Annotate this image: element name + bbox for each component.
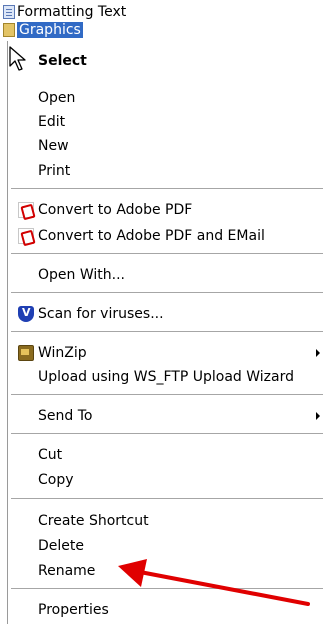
- context-menu: Select Open Edit New Print Convert to Ad…: [7, 41, 326, 624]
- menu-item-label: Rename: [38, 563, 96, 579]
- menu-item-label: Delete: [38, 538, 84, 554]
- menu-separator: [11, 394, 323, 395]
- pdf-icon: [18, 202, 34, 218]
- menu-item-new[interactable]: New: [8, 134, 326, 158]
- menu-item-print[interactable]: Print: [8, 159, 326, 183]
- menu-item-copy[interactable]: Copy: [8, 468, 326, 492]
- folder-icon: [3, 22, 15, 37]
- menu-item-scan-viruses[interactable]: Scan for viruses...: [8, 302, 326, 326]
- menu-item-label: Edit: [38, 114, 66, 130]
- menu-item-label: Scan for viruses...: [38, 306, 164, 322]
- menu-item-label: Print: [38, 163, 71, 179]
- menu-item-delete[interactable]: Delete: [8, 534, 326, 558]
- antivirus-shield-icon: [18, 306, 34, 322]
- menu-item-select[interactable]: Select: [8, 49, 326, 73]
- menu-separator: [11, 331, 323, 332]
- mouse-cursor-icon: [9, 46, 26, 71]
- file-label: Graphics: [17, 21, 83, 38]
- winzip-icon: [18, 345, 34, 361]
- menu-separator: [11, 253, 323, 254]
- menu-item-properties[interactable]: Properties: [8, 598, 326, 622]
- menu-item-convert-pdf-email[interactable]: Convert to Adobe PDF and EMail: [8, 224, 326, 248]
- menu-item-open[interactable]: Open: [8, 86, 326, 110]
- menu-item-label: WinZip: [38, 345, 87, 361]
- menu-item-label: Create Shortcut: [38, 513, 149, 529]
- file-item-formatting-text[interactable]: Formatting Text: [0, 3, 126, 21]
- menu-separator: [11, 188, 323, 189]
- menu-separator: [11, 292, 323, 293]
- word-doc-icon: [3, 5, 15, 19]
- menu-item-label: Open With...: [38, 267, 125, 283]
- menu-item-open-with[interactable]: Open With...: [8, 263, 326, 287]
- menu-item-create-shortcut[interactable]: Create Shortcut: [8, 509, 326, 533]
- menu-item-label: Open: [38, 90, 76, 106]
- menu-item-edit[interactable]: Edit: [8, 110, 326, 134]
- menu-item-label: Select: [38, 53, 87, 69]
- file-label: Formatting Text: [17, 4, 127, 20]
- menu-item-label: Convert to Adobe PDF: [38, 202, 193, 218]
- menu-item-label: Upload using WS_FTP Upload Wizard: [38, 369, 295, 385]
- menu-item-label: Convert to Adobe PDF and EMail: [38, 228, 265, 244]
- menu-separator: [11, 433, 323, 434]
- menu-item-label: Properties: [38, 602, 109, 618]
- menu-separator: [11, 588, 323, 589]
- pdf-email-icon: [18, 228, 34, 244]
- submenu-arrow-icon: [316, 412, 320, 420]
- menu-item-label: Send To: [38, 408, 93, 424]
- menu-item-send-to[interactable]: Send To: [8, 404, 326, 428]
- explorer-window: Formatting Text Graphics Select Open Edi…: [0, 0, 330, 624]
- menu-item-rename[interactable]: Rename: [8, 559, 326, 583]
- menu-item-label: Cut: [38, 447, 63, 463]
- menu-separator: [11, 498, 323, 499]
- menu-item-label: Copy: [38, 472, 74, 488]
- menu-item-cut[interactable]: Cut: [8, 443, 326, 467]
- menu-item-label: New: [38, 138, 69, 154]
- menu-item-convert-pdf[interactable]: Convert to Adobe PDF: [8, 198, 326, 222]
- submenu-arrow-icon: [316, 349, 320, 357]
- menu-item-winzip[interactable]: WinZip: [8, 341, 326, 365]
- menu-item-ws-ftp-upload[interactable]: Upload using WS_FTP Upload Wizard: [8, 365, 326, 389]
- file-item-graphics[interactable]: Graphics: [0, 21, 83, 38]
